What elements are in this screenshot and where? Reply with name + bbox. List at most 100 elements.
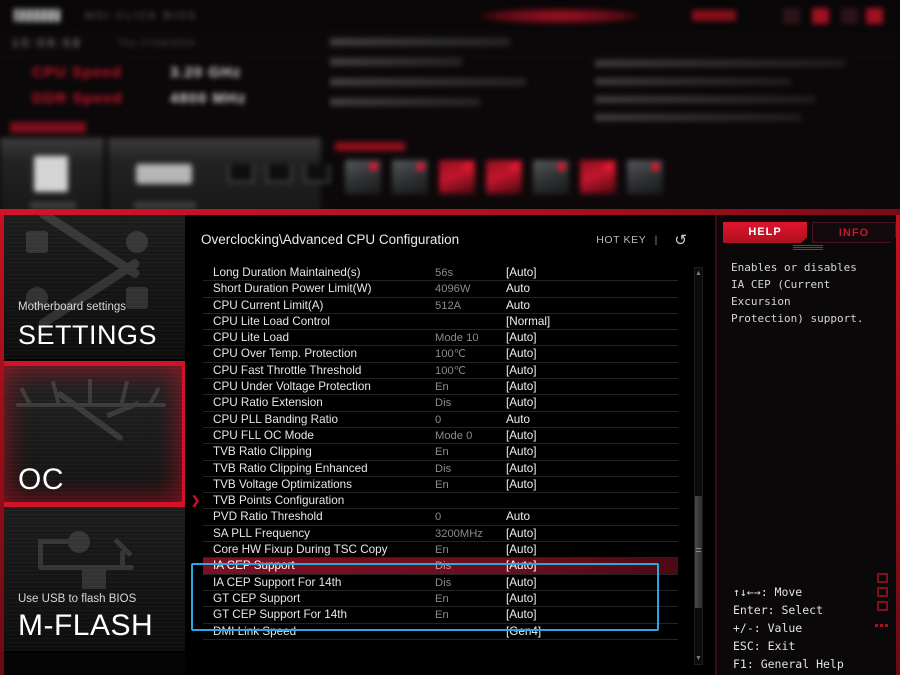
- settings-row[interactable]: IA CEP Support For 14th Dis [Auto]: [203, 575, 678, 591]
- setting-selected-value[interactable]: [Auto]: [506, 444, 537, 460]
- sidebar-item-mflash[interactable]: Use USB to flash BIOS M-FLASH: [0, 507, 185, 653]
- help-info-tabs: HELP INFO: [723, 222, 896, 243]
- setting-selected-value[interactable]: Auto: [506, 412, 530, 428]
- setting-selected-value[interactable]: [Auto]: [506, 330, 537, 346]
- header-tool-icon-4[interactable]: [486, 160, 522, 194]
- header-cpu-info-block: [330, 38, 575, 116]
- settings-row[interactable]: Core HW Fixup During TSC Copy En [Auto]: [203, 542, 678, 559]
- bios-screen: MSI CLICK BIOS 10:09:58 Thu 17/04/2024 C…: [0, 0, 900, 675]
- tab-info[interactable]: INFO: [812, 222, 896, 243]
- settings-row[interactable]: Short Duration Power Limit(W) 4096W Auto: [203, 281, 678, 298]
- setting-current-value: 4096W: [435, 283, 471, 296]
- settings-row[interactable]: CPU Under Voltage Protection En [Auto]: [203, 379, 678, 396]
- header-tool-icon-6[interactable]: [580, 160, 616, 194]
- sidebar-item-mflash-subtitle: Use USB to flash BIOS: [18, 593, 137, 605]
- hotkey-separator: |: [654, 234, 658, 246]
- header-panel-boot-priority[interactable]: [108, 138, 330, 214]
- setting-selected-value[interactable]: [Auto]: [506, 591, 537, 607]
- setting-selected-value[interactable]: [Auto]: [506, 542, 537, 558]
- settings-row[interactable]: CPU Fast Throttle Threshold 100℃ [Auto]: [203, 363, 678, 380]
- sidebar-item-oc[interactable]: OC: [0, 361, 185, 507]
- settings-row[interactable]: GT CEP Support En [Auto]: [203, 591, 678, 608]
- settings-row[interactable]: CPU Over Temp. Protection 100℃ [Auto]: [203, 346, 678, 363]
- header-panel-cpu[interactable]: [0, 138, 106, 214]
- settings-row[interactable]: ❯ TVB Points Configuration: [191, 493, 678, 510]
- settings-row[interactable]: TVB Voltage Optimizations En [Auto]: [203, 477, 678, 494]
- back-icon[interactable]: ↺: [674, 231, 687, 249]
- tab-help[interactable]: HELP: [723, 222, 807, 243]
- setting-selected-value[interactable]: [Auto]: [506, 461, 537, 477]
- setting-selected-value[interactable]: [Auto]: [506, 379, 537, 395]
- key-legend-line: ↑↓←→: Move: [733, 585, 803, 599]
- setting-name: Long Duration Maintained(s): [213, 266, 361, 279]
- setting-name: IA CEP Support: [213, 559, 295, 573]
- setting-selected-value[interactable]: [Auto]: [506, 558, 537, 574]
- settings-row[interactable]: IA CEP Support Dis [Auto]: [203, 558, 678, 575]
- setting-name: CPU PLL Banding Ratio: [213, 412, 338, 426]
- header-tool-icon-5[interactable]: [533, 160, 569, 194]
- setting-name: CPU FLL OC Mode: [213, 428, 314, 442]
- setting-name: TVB Voltage Optimizations: [213, 477, 353, 491]
- setting-name: CPU Fast Throttle Threshold: [213, 363, 362, 377]
- setting-current-value: Dis: [435, 397, 452, 410]
- setting-selected-value[interactable]: [Auto]: [506, 477, 537, 493]
- setting-selected-value[interactable]: [Auto]: [506, 526, 537, 542]
- setting-selected-value[interactable]: [Auto]: [506, 607, 537, 623]
- header-tool-icon-3[interactable]: [439, 160, 475, 194]
- help-text: Enables or disables IA CEP (Current Excurs…: [731, 259, 891, 327]
- sidebar-item-settings[interactable]: Motherboard settings SETTINGS: [0, 215, 185, 361]
- setting-selected-value[interactable]: [Gen4]: [506, 624, 541, 640]
- header-memory-info-block: [595, 60, 895, 132]
- header-icon-button-4[interactable]: [866, 8, 883, 24]
- settings-row[interactable]: CPU Lite Load Control [Normal]: [203, 314, 678, 331]
- setting-selected-value[interactable]: [Auto]: [506, 428, 537, 444]
- header-icon-button-3[interactable]: [841, 8, 858, 24]
- ddr-speed-value: 4800 MHz: [170, 90, 247, 107]
- settings-row[interactable]: SA PLL Frequency 3200MHz [Auto]: [203, 526, 678, 543]
- setting-current-value: 3200MHz: [435, 527, 483, 540]
- settings-scrollbar[interactable]: ▲ ▼: [694, 267, 703, 665]
- header-icon-button-2[interactable]: [812, 8, 829, 24]
- right-red-border: [896, 215, 900, 675]
- setting-selected-value[interactable]: [Normal]: [506, 314, 550, 330]
- submenu-chevron-icon: ❯: [191, 495, 201, 508]
- settings-row[interactable]: Long Duration Maintained(s) 56s [Auto]: [203, 265, 678, 282]
- setting-current-value: En: [435, 446, 449, 459]
- scrollbar-thumb[interactable]: [695, 496, 702, 608]
- setting-current-value: En: [435, 544, 449, 557]
- left-sidebar: Motherboard settings SETTINGS OC Use USB…: [0, 215, 185, 675]
- setting-selected-value[interactable]: [Auto]: [506, 265, 537, 281]
- scroll-down-arrow[interactable]: ▼: [695, 654, 702, 663]
- setting-current-value: 56s: [435, 267, 454, 279]
- key-legend: ↑↓←→: Move Enter: Select +/-: Value ESC: Ex…: [733, 583, 898, 673]
- settings-row[interactable]: PVD Ratio Threshold 0 Auto: [203, 509, 678, 526]
- sidebar-item-mflash-title: M-FLASH: [18, 609, 154, 642]
- setting-selected-value[interactable]: Auto: [506, 509, 530, 525]
- help-line: Enables or disables: [731, 261, 857, 274]
- settings-row[interactable]: CPU FLL OC Mode Mode 0 [Auto]: [203, 428, 678, 445]
- settings-row[interactable]: CPU PLL Banding Ratio 0 Auto: [203, 412, 678, 428]
- header-tool-icon-1[interactable]: [345, 160, 381, 194]
- scroll-up-arrow[interactable]: ▲: [695, 269, 702, 278]
- setting-selected-value[interactable]: [Auto]: [506, 395, 537, 411]
- breadcrumb: Overclocking\Advanced CPU Configuration: [201, 232, 460, 247]
- header-icon-button-1[interactable]: [783, 8, 800, 24]
- help-line: Excursion: [731, 295, 791, 308]
- setting-selected-value[interactable]: [Auto]: [506, 363, 537, 379]
- setting-current-value: Dis: [435, 462, 452, 475]
- settings-row[interactable]: TVB Ratio Clipping Enhanced Dis [Auto]: [203, 461, 678, 477]
- setting-selected-value[interactable]: [Auto]: [506, 575, 537, 591]
- settings-row[interactable]: CPU Ratio Extension Dis [Auto]: [203, 395, 678, 412]
- setting-selected-value[interactable]: Auto: [506, 281, 530, 297]
- settings-row[interactable]: TVB Ratio Clipping En [Auto]: [203, 444, 678, 461]
- setting-selected-value[interactable]: Auto: [506, 298, 530, 314]
- settings-row[interactable]: CPU Current Limit(A) 512A Auto: [203, 298, 678, 314]
- settings-row[interactable]: GT CEP Support For 14th En [Auto]: [203, 607, 678, 624]
- settings-row[interactable]: CPU Lite Load Mode 10 [Auto]: [203, 330, 678, 347]
- setting-selected-value[interactable]: [Auto]: [506, 346, 537, 362]
- setting-current-value: Dis: [435, 576, 452, 589]
- header-tool-icon-7[interactable]: [627, 160, 663, 194]
- header-tool-icon-2[interactable]: [392, 160, 428, 194]
- settings-row[interactable]: DMI Link Speed [Gen4]: [203, 624, 678, 640]
- help-panel-grip: [793, 245, 823, 250]
